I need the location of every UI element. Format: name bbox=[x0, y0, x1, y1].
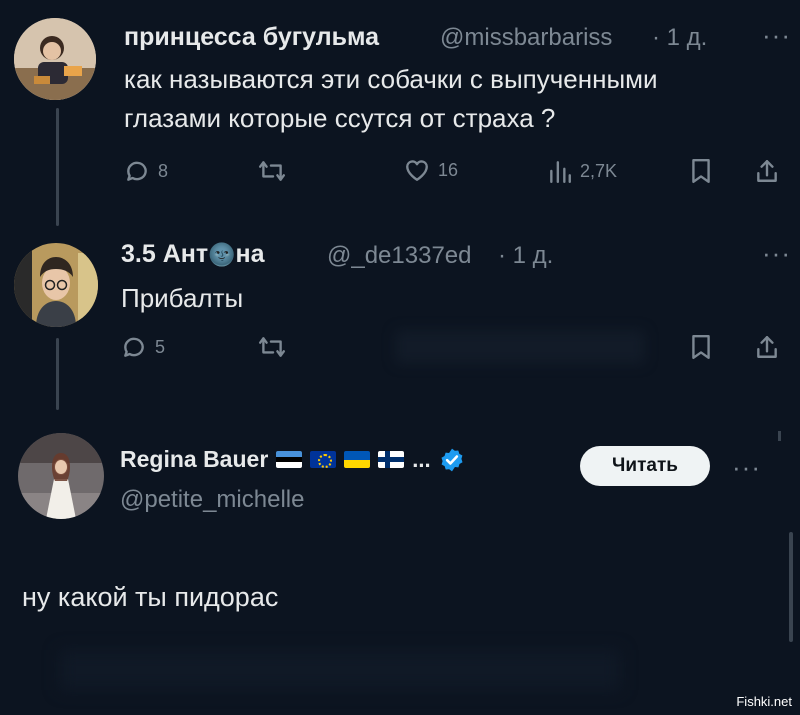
tweet-text-line: как называются эти собачки с выпученными bbox=[124, 64, 658, 94]
thread-line-2 bbox=[56, 338, 59, 410]
author-name-part1: 3.5 Ант bbox=[121, 240, 209, 268]
more-options-icon[interactable]: ··· bbox=[762, 238, 791, 269]
more-options-icon[interactable]: ··· bbox=[732, 452, 761, 483]
tweet-text: Прибалты bbox=[121, 283, 244, 313]
views-chart-icon bbox=[550, 161, 571, 184]
author-handle[interactable]: @_de1337ed bbox=[327, 242, 472, 270]
avatar-photo-icon bbox=[18, 433, 104, 519]
views-count: 2,7K bbox=[580, 160, 618, 181]
follow-button[interactable]: Читать bbox=[580, 446, 710, 486]
tweet-text: ну какой ты пидорас bbox=[22, 582, 279, 612]
reply-button[interactable]: 5 bbox=[121, 334, 165, 360]
like-count: 16 bbox=[438, 159, 459, 180]
bookmark-icon bbox=[692, 334, 710, 360]
share-icon bbox=[757, 160, 777, 182]
reply-button[interactable]: 8 bbox=[124, 158, 168, 184]
retweet-button[interactable] bbox=[258, 334, 286, 360]
tweet-text-line: глазами которые ссутся от страха ? bbox=[124, 103, 556, 133]
avatar-regina[interactable] bbox=[18, 433, 104, 519]
views-button[interactable]: 2,7K bbox=[548, 158, 617, 184]
avatar-princess[interactable] bbox=[14, 18, 96, 100]
bookmark-icon bbox=[692, 158, 710, 184]
avatar-photo-icon bbox=[14, 243, 98, 327]
blurred-area bbox=[60, 650, 620, 690]
share-icon bbox=[757, 336, 777, 358]
reply-count: 5 bbox=[155, 336, 166, 357]
more-options-icon[interactable]: ··· bbox=[762, 20, 791, 51]
retweet-icon bbox=[258, 337, 286, 357]
moon-emoji-icon: 🌚 bbox=[208, 242, 236, 267]
finland-flag-icon bbox=[378, 451, 405, 468]
author-handle[interactable]: @missbarbariss bbox=[440, 24, 612, 52]
share-button[interactable] bbox=[755, 158, 779, 184]
author-name[interactable]: принцесса бугульма bbox=[124, 23, 379, 52]
more-flags-ellipsis: ... bbox=[412, 446, 431, 472]
verified-badge-icon bbox=[441, 448, 463, 471]
heart-icon bbox=[406, 160, 428, 181]
scrollbar-mark bbox=[778, 431, 781, 441]
author-handle[interactable]: @petite_michelle bbox=[120, 486, 304, 514]
bookmark-button[interactable] bbox=[690, 334, 712, 360]
fishki-watermark: Fishki.net bbox=[736, 694, 792, 709]
author-name-part2: на bbox=[235, 240, 265, 268]
ukraine-flag-icon bbox=[344, 451, 371, 468]
author-name: Regina Bauer bbox=[120, 446, 269, 472]
tweet-time[interactable]: · 1 д. bbox=[652, 24, 707, 52]
avatar-anton[interactable] bbox=[14, 243, 98, 327]
estonia-flag-icon bbox=[276, 451, 303, 468]
scrollbar-thumb[interactable] bbox=[789, 532, 793, 642]
share-button[interactable] bbox=[755, 334, 779, 360]
author-name-row[interactable]: Regina Bauer ... bbox=[120, 446, 465, 473]
thread-line-1 bbox=[56, 108, 59, 226]
tweet-time[interactable]: · 1 д. bbox=[498, 242, 553, 270]
reply-icon bbox=[124, 337, 144, 357]
retweet-icon bbox=[258, 161, 286, 181]
reply-count: 8 bbox=[158, 160, 169, 181]
like-button[interactable]: 16 bbox=[404, 158, 458, 182]
eu-flag-icon bbox=[310, 451, 337, 468]
bookmark-button[interactable] bbox=[690, 158, 712, 184]
blurred-area bbox=[395, 330, 645, 364]
retweet-button[interactable] bbox=[258, 158, 286, 184]
avatar-photo-icon bbox=[14, 18, 96, 100]
author-name[interactable]: 3.5 Ант🌚на bbox=[121, 240, 265, 269]
reply-icon bbox=[127, 161, 147, 181]
